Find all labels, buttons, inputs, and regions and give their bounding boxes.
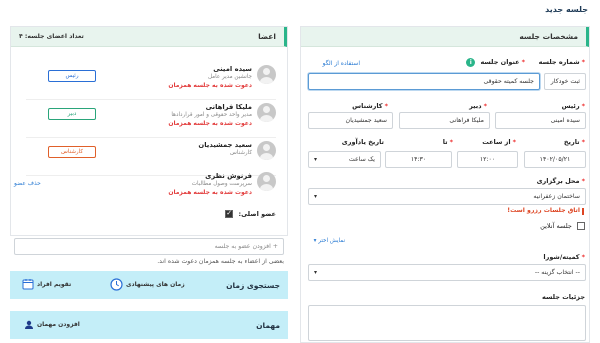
warning-text: بعضی از اعضاء به جلسه همزمان دعوت شده ان… [157, 258, 284, 265]
member-row: سیده امینی جانشین مدیر عامل دعوت شده به … [26, 62, 276, 100]
secretary-field[interactable]: ملیکا فراهانی [399, 112, 490, 129]
member-role: سرپرست وصول مطالبات [191, 181, 252, 187]
add-guest-label: افزودن مهمان [37, 321, 80, 328]
chevron-down-icon: ▾ [314, 269, 318, 276]
page-title: جلسه جدید [545, 5, 588, 14]
people-calendar-label: تقویم افراد [37, 280, 72, 288]
suggested-times-button[interactable]: زمان های پیشنهادی [110, 278, 185, 291]
add-user-icon [25, 320, 33, 329]
member-name: سعید جمشیدیان [198, 141, 252, 149]
avatar [257, 172, 276, 191]
member-row: فرنوش نظری سرپرست وصول مطالبات دعوت شده … [26, 169, 276, 207]
add-member-field[interactable]: + افزودن عضو به جلسه [14, 238, 284, 255]
avatar [257, 65, 276, 84]
committee-label: *کمیته/شورا [543, 253, 585, 261]
reminder-label: تاریخ یادآوری [341, 138, 384, 146]
guests-section: مهمان افزودن مهمان [10, 311, 288, 339]
delete-member-link[interactable]: حذف عضو [14, 180, 41, 187]
title-label: *عنوان جلسه i [466, 58, 525, 67]
committee-value: -- انتخاب گزینه -- [534, 269, 580, 276]
avatar [257, 141, 276, 160]
people-calendar-button[interactable]: تقویم افراد [22, 278, 71, 290]
info-icon: i [466, 58, 476, 67]
date-field[interactable]: ۱۴۰۲/۰۵/۲۱ [524, 151, 586, 168]
show-more-link[interactable]: نمایش اختر ▾ [314, 238, 345, 244]
member-role: مدیر واحد حقوقی و امور قراردادها [171, 112, 252, 118]
clock-icon [110, 278, 123, 291]
member-invite-status: دعوت شده به جلسه همزمان [168, 189, 252, 196]
member-name: ملیکا فراهانی [205, 103, 252, 111]
time-search-title: جستجوی زمان [226, 280, 280, 290]
meeting-details-header: مشخصات جلسه [301, 27, 589, 47]
title-field[interactable]: جلسه کمیته حقوقی [308, 73, 540, 90]
secretary-label: *دبیر [469, 102, 487, 110]
venue-label: *محل برگزاری [536, 177, 585, 185]
date-label: *تاریخ [563, 138, 585, 146]
meeting-no-field[interactable]: ثبت خودکار [544, 73, 586, 90]
from-time-field[interactable]: ۱۲:۰۰ [457, 151, 518, 168]
meeting-details-title: مشخصات جلسه [519, 32, 578, 41]
online-checkbox-row[interactable]: جلسه آنلاین [540, 222, 585, 230]
expert-label: *کارشناس [352, 102, 388, 110]
member-row: ملیکا فراهانی مدیر واحد حقوقی و امور قرا… [26, 100, 276, 138]
role-badge[interactable]: کارشناس [48, 146, 96, 158]
online-label: جلسه آنلاین [540, 222, 572, 230]
members-title: اعضا [258, 32, 276, 41]
add-guest-button[interactable]: افزودن مهمان [24, 320, 80, 329]
avatar [257, 103, 276, 122]
from-label: *از ساعت [482, 138, 516, 146]
suggested-times-label: زمان های پیشنهادی [126, 281, 185, 288]
role-badge[interactable]: رئیس [48, 70, 96, 82]
use-template-link[interactable]: استفاده از الگو [323, 60, 360, 67]
chair-field[interactable]: سیده امینی [495, 112, 586, 129]
member-invite-status: دعوت شده به جلسه همزمان [168, 82, 252, 89]
venue-select[interactable]: ساختمان زعفرانیه ▾ [308, 188, 586, 205]
member-role: کارشناس [230, 150, 252, 156]
chevron-down-icon: ▾ [314, 193, 318, 200]
guests-title: مهمان [256, 320, 280, 330]
main-member-row[interactable]: عضو اصلی: [225, 209, 276, 218]
online-checkbox[interactable] [577, 222, 585, 230]
members-count: تعداد اعضای جلسه: ۴ [19, 33, 84, 40]
committee-select[interactable]: -- انتخاب گزینه -- ▾ [308, 264, 586, 281]
meeting-no-label: *شماره جلسه [538, 58, 585, 66]
venue-error: اتاق جلسات رزرو است! [507, 207, 584, 215]
member-name: سیده امینی [213, 65, 252, 73]
to-label: *تا [442, 138, 453, 146]
member-invite-status: دعوت شده به جلسه همزمان [168, 120, 252, 127]
to-time-field[interactable]: ۱۴:۳۰ [385, 151, 452, 168]
main-member-label: عضو اصلی: [238, 210, 276, 218]
notes-label: جزئیات جلسه [542, 293, 585, 301]
reminder-value: یک ساعت [348, 156, 375, 163]
member-name: فرنوش نظری [205, 172, 252, 180]
calendar-icon [22, 279, 34, 290]
chevron-down-icon: ▾ [314, 156, 318, 163]
reminder-select[interactable]: یک ساعت ▾ [308, 151, 381, 168]
time-search-section: جستجوی زمان زمان های پیشنهادی تقویم افرا… [10, 271, 288, 299]
chair-label: *رئیس [561, 102, 585, 110]
member-role: جانشین مدیر عامل [207, 74, 252, 80]
members-header: اعضا تعداد اعضای جلسه: ۴ [11, 27, 287, 47]
expert-field[interactable]: سعید جمشیدیان [308, 112, 393, 129]
venue-value: ساختمان زعفرانیه [533, 193, 580, 200]
main-member-checkbox[interactable] [225, 209, 234, 218]
role-badge[interactable]: دبیر [48, 108, 96, 120]
notes-textarea[interactable] [308, 305, 586, 341]
